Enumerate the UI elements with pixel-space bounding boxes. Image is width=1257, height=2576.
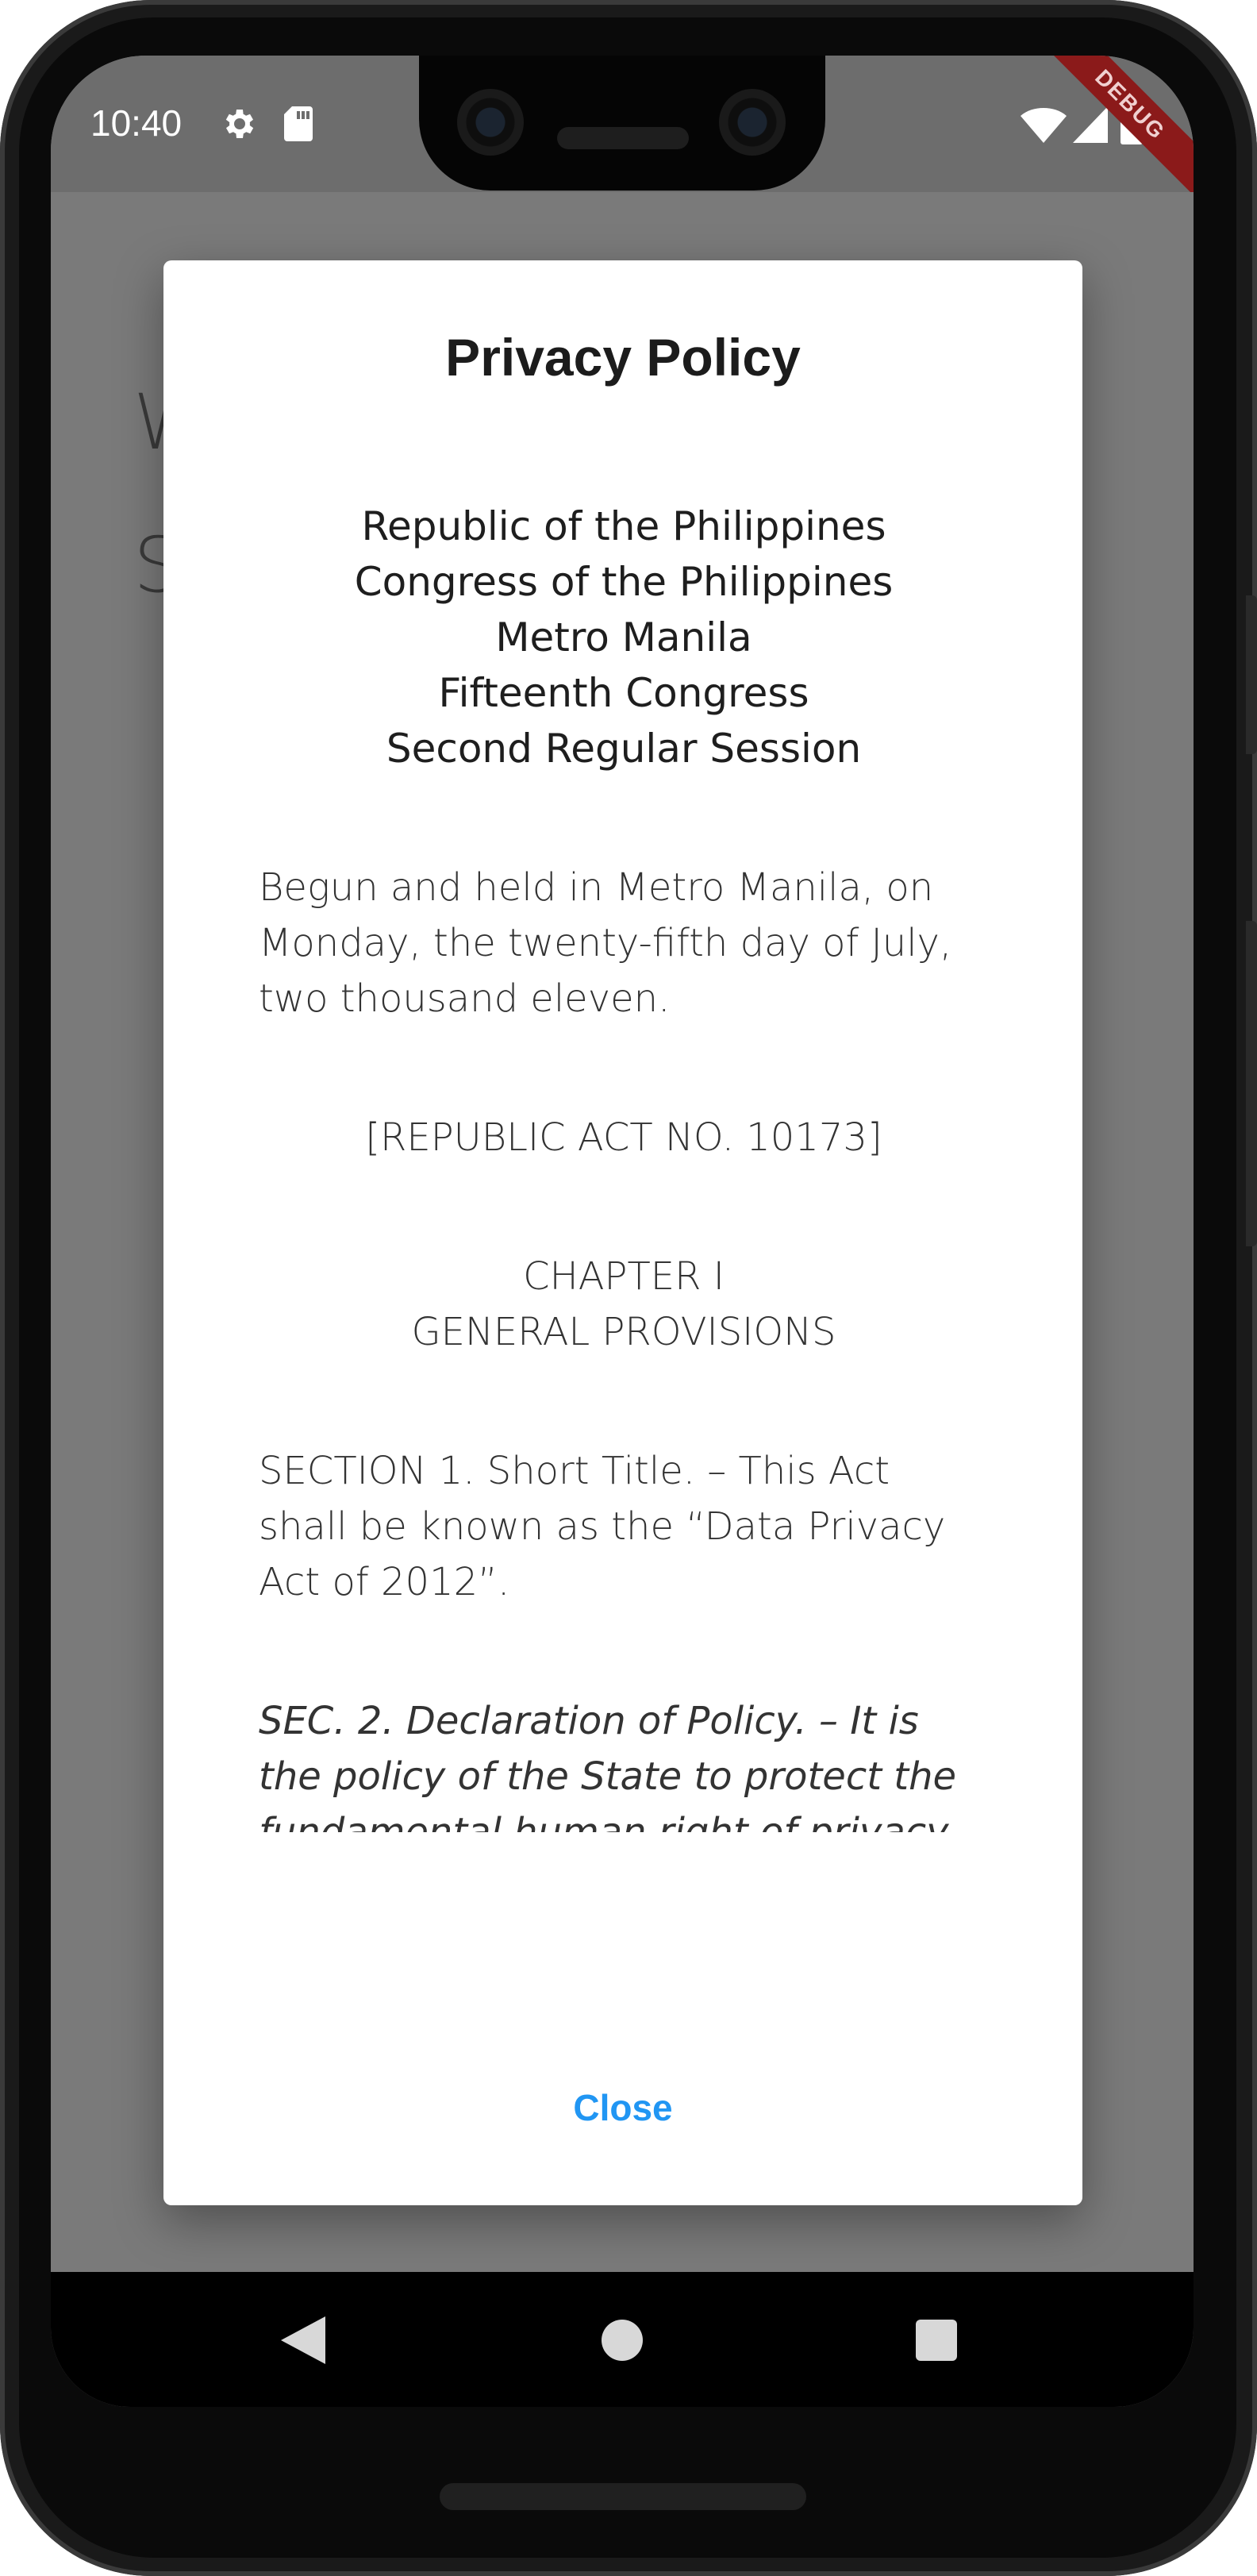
chapter-heading: CHAPTER I GENERAL PROVISIONS <box>259 1249 989 1360</box>
sd-card-icon <box>284 106 313 141</box>
dialog-title: Privacy Policy <box>445 328 801 387</box>
earpiece-speaker <box>557 127 689 149</box>
header-line: Metro Manila <box>495 614 752 660</box>
wifi-icon <box>1021 108 1067 143</box>
recents-icon[interactable] <box>916 2320 957 2361</box>
navigation-bar <box>51 2272 1194 2407</box>
header-line: Second Regular Session <box>386 726 862 772</box>
close-button[interactable]: Close <box>163 2086 1082 2129</box>
front-sensor-icon <box>719 89 786 156</box>
back-icon[interactable] <box>281 2316 325 2364</box>
paragraph-begun: Begun and held in Metro Manila, on Monda… <box>259 865 952 1021</box>
chapter-number: CHAPTER I <box>523 1254 725 1299</box>
signal-icon <box>1073 106 1108 143</box>
paragraph-act-number: [REPUBLIC ACT NO. 10173] <box>365 1115 882 1160</box>
header-line: Congress of the Philippines <box>354 559 894 605</box>
front-camera-icon <box>457 89 524 156</box>
document-header: Republic of the Philippines Congress of … <box>259 499 989 776</box>
chapter-title: GENERAL PROVISIONS <box>411 1310 836 1354</box>
volume-button <box>1246 921 1257 1246</box>
header-line: Fifteenth Congress <box>438 670 809 716</box>
status-time: 10:40 <box>90 102 183 144</box>
paragraph-section-2: SEC. 2. Declaration of Policy. – It is t… <box>259 1699 959 1832</box>
privacy-policy-dialog: Privacy Policy Republic of the Philippin… <box>163 260 1082 2205</box>
header-line: Republic of the Philippines <box>361 503 886 549</box>
paragraph-section-1: SECTION 1. Short Title. – This Act shall… <box>259 1449 946 1604</box>
dialog-scroll-content[interactable]: Republic of the Philippines Congress of … <box>259 499 989 1832</box>
power-button <box>1246 595 1257 754</box>
gear-icon <box>225 110 254 138</box>
home-icon[interactable] <box>602 2320 643 2361</box>
bottom-speaker <box>440 2483 806 2510</box>
